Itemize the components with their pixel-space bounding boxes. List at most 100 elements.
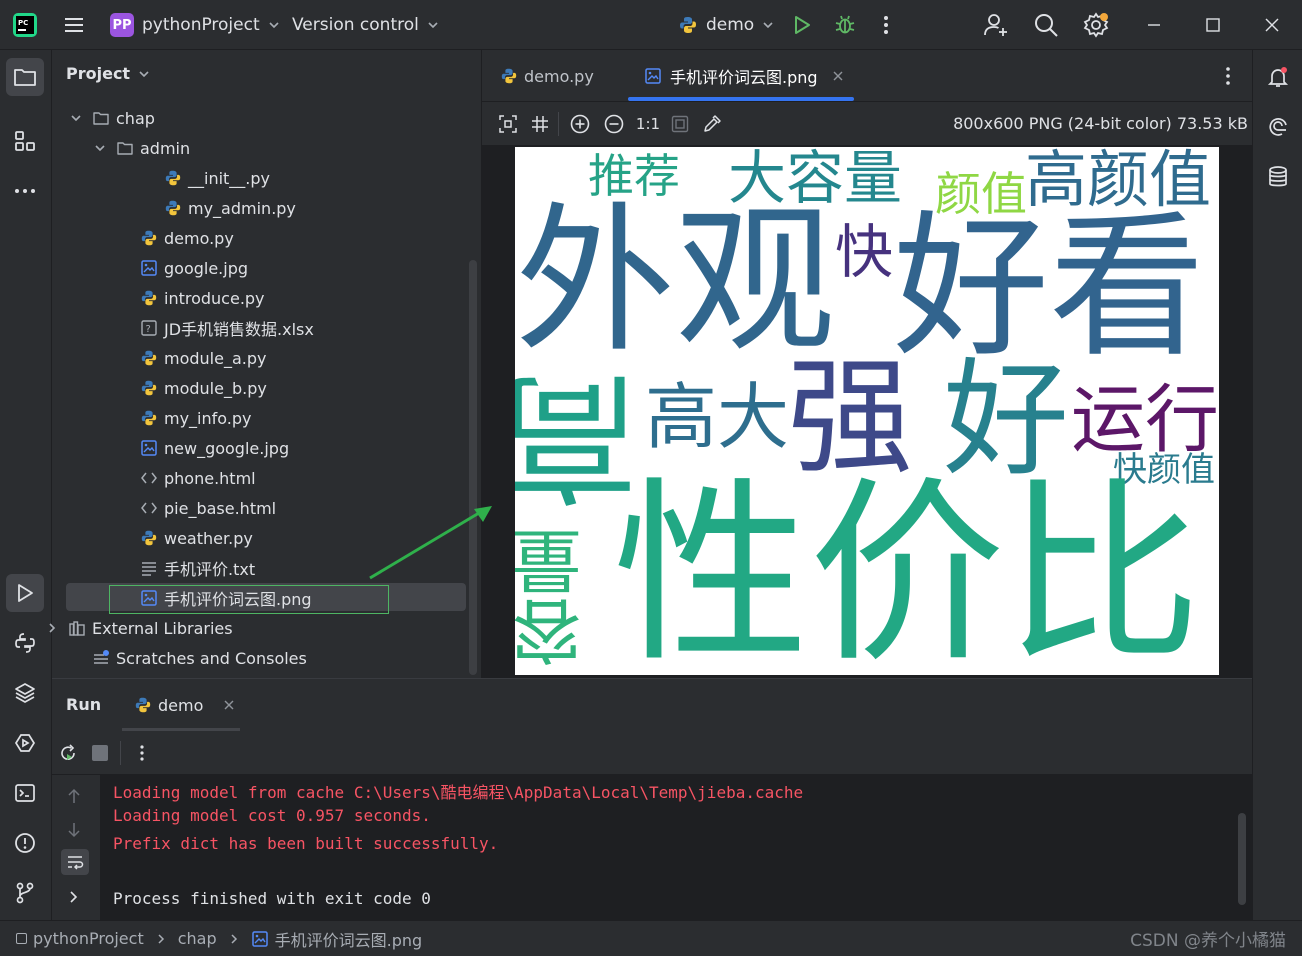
breadcrumb-item[interactable]: chap [178, 929, 217, 948]
run-tab-demo[interactable]: demo [122, 679, 240, 731]
tree-item-label: introduce.py [164, 288, 265, 308]
tree-item-text[interactable]: 手机评价.txt [140, 553, 255, 583]
tree-item-label: module_a.py [164, 348, 267, 368]
python-packages-icon[interactable] [6, 674, 44, 712]
tree-item-image[interactable]: google.jpg [140, 253, 248, 283]
database-icon[interactable] [1259, 158, 1297, 196]
run-config-selector[interactable]: demo [678, 0, 774, 50]
git-icon[interactable] [6, 874, 44, 912]
add-user-icon[interactable] [982, 0, 1010, 50]
search-icon[interactable] [1033, 0, 1059, 50]
close-tab-icon[interactable] [832, 70, 844, 82]
tab-options-icon[interactable] [1218, 50, 1238, 102]
services-icon[interactable] [6, 724, 44, 762]
tree-item-unknown[interactable]: ? JD手机销售数据.xlsx [140, 313, 314, 343]
wordcloud-word: 容量 [515, 527, 593, 667]
problems-icon[interactable] [6, 824, 44, 862]
project-name: pythonProject [142, 15, 260, 35]
expand-icon[interactable] [67, 889, 81, 908]
console-scrollbar[interactable] [1238, 813, 1246, 905]
console-line: Process finished with exit code 0 [113, 889, 431, 908]
tree-item-python[interactable]: __init__.py [164, 163, 270, 193]
svg-text:?: ? [146, 324, 151, 335]
scroll-up-icon[interactable] [65, 787, 83, 809]
wordcloud-word: 性价比 [613, 461, 1202, 675]
wordcloud-word: 快 [835, 218, 894, 286]
tree-item-python[interactable]: my_admin.py [164, 193, 296, 223]
tree-item-label: phone.html [164, 468, 256, 488]
version-control-menu[interactable]: Version control [292, 0, 439, 50]
debug-button[interactable] [832, 0, 858, 50]
rerun-icon[interactable] [58, 743, 78, 767]
notifications-icon[interactable] [1259, 58, 1297, 96]
chevron-right-icon[interactable] [44, 620, 60, 636]
run-config-label: demo [706, 15, 755, 35]
breadcrumb-item[interactable]: pythonProject [33, 929, 144, 948]
tree-item-folder[interactable]: chap [68, 103, 155, 133]
tree-item-label: JD手机销售数据.xlsx [164, 320, 314, 339]
tree-item-python[interactable]: weather.py [140, 523, 253, 553]
fit-to-window-icon[interactable] [496, 112, 520, 136]
tree-item-label: __init__.py [188, 168, 271, 188]
grid-icon[interactable] [528, 112, 552, 136]
minimize-button[interactable] [1144, 0, 1164, 50]
python-file-icon [678, 15, 698, 35]
actual-size-button[interactable]: 1:1 [634, 112, 662, 136]
project-tool-button[interactable] [6, 58, 44, 96]
left-tool-strip [0, 50, 52, 920]
python-file-icon [164, 199, 182, 217]
run-tool-button[interactable] [6, 574, 44, 612]
stop-icon[interactable] [92, 745, 108, 761]
breadcrumb-item[interactable]: 手机评价词云图.png [275, 927, 423, 951]
tree-item-folder[interactable]: admin [92, 133, 190, 163]
zoom-in-icon[interactable] [568, 112, 592, 136]
wordcloud-word: 高大 [645, 375, 790, 459]
tree-item-html[interactable]: pie_base.html [140, 493, 276, 523]
color-picker-icon[interactable] [700, 112, 724, 136]
image-file-icon [251, 930, 269, 948]
more-tools-icon[interactable] [6, 172, 44, 210]
soft-wrap-icon[interactable] [61, 849, 89, 875]
ai-assistant-icon[interactable] [1259, 108, 1297, 146]
background-toggle-icon[interactable] [668, 112, 692, 136]
tab-wordcloud-png[interactable]: 手机评价词云图.png [644, 50, 844, 102]
close-tab-icon[interactable] [223, 699, 235, 711]
image-info: 800x600 PNG (24-bit color) 73.53 kB [953, 114, 1248, 133]
tree-item-python[interactable]: introduce.py [140, 283, 265, 313]
scroll-down-icon[interactable] [65, 821, 83, 843]
more-actions-icon[interactable] [876, 0, 896, 50]
python-console-icon[interactable] [6, 624, 44, 662]
structure-tool-icon[interactable] [6, 122, 44, 160]
project-switcher[interactable]: PP pythonProject [110, 0, 280, 50]
tree-item-python[interactable]: module_a.py [140, 343, 266, 373]
tree-item-scratch[interactable]: Scratches and Consoles [92, 643, 307, 673]
tree-item-library[interactable]: External Libraries [44, 613, 233, 643]
chevron-down-icon[interactable] [92, 140, 108, 156]
version-control-label: Version control [292, 15, 419, 35]
tree-item-html[interactable]: phone.html [140, 463, 256, 493]
title-bar: PC PP pythonProject Version control demo [0, 0, 1302, 50]
tree-item-label: 手机评价.txt [164, 560, 256, 579]
zoom-out-icon[interactable] [602, 112, 626, 136]
terminal-icon[interactable] [6, 774, 44, 812]
main-menu-icon[interactable] [62, 0, 86, 50]
python-file-icon [500, 67, 518, 85]
chevron-down-icon[interactable] [68, 110, 84, 126]
tree-item-python[interactable]: module_b.py [140, 373, 267, 403]
image-toolbar: 1:1 800x600 PNG (24-bit color) 73.53 kB [482, 102, 1252, 146]
tree-item-python[interactable]: my_info.py [140, 403, 252, 433]
project-panel-header[interactable]: Project [66, 64, 150, 83]
maximize-button[interactable] [1203, 0, 1223, 50]
tree-item-image[interactable]: new_google.jpg [140, 433, 289, 463]
project-scrollbar[interactable] [469, 260, 477, 675]
python-file-icon [140, 229, 158, 247]
python-file-icon [134, 696, 152, 714]
run-panel-title: Run [66, 695, 102, 714]
tab-demo-py[interactable]: demo.py [500, 50, 594, 102]
tree-item-python[interactable]: demo.py [140, 223, 234, 253]
run-button[interactable] [790, 0, 814, 50]
settings-icon[interactable] [1082, 0, 1110, 50]
more-actions-icon[interactable] [132, 743, 152, 767]
close-window-button[interactable] [1262, 0, 1282, 50]
pycharm-logo-icon[interactable]: PC [12, 0, 38, 50]
